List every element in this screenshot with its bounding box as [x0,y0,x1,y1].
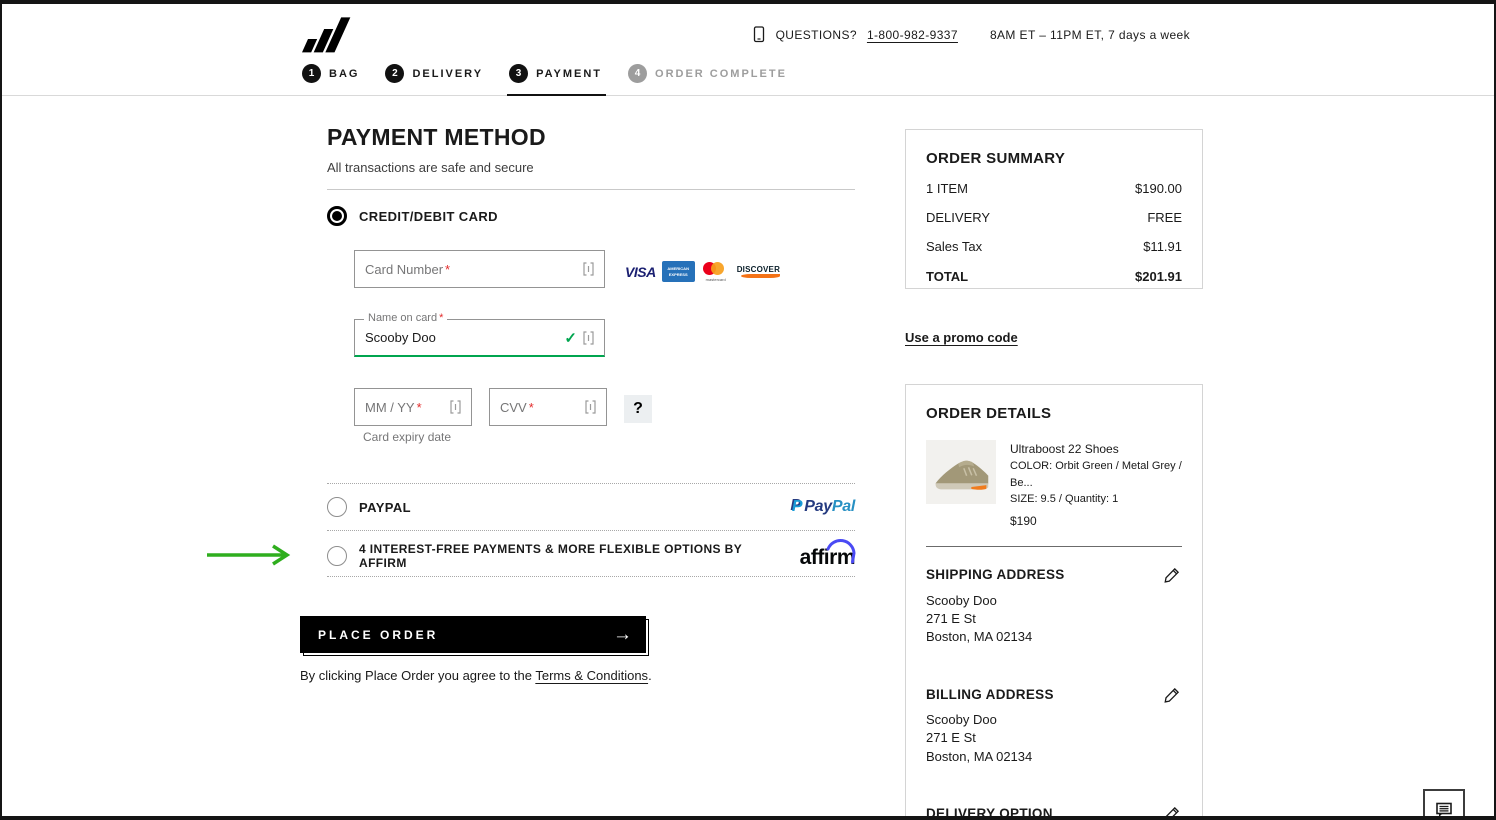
contact-info: QUESTIONS? 1-800-982-9337 8AM ET – 11PM … [752,26,1190,43]
phone-number-link[interactable]: 1-800-982-9337 [867,28,958,42]
name-on-card-value: Scooby Doo [365,330,436,345]
billing-address-lines: Scooby Doo 271 E St Boston, MA 02134 [926,711,1182,766]
annotation-arrow-icon [205,544,297,566]
step-number-badge: 1 [302,64,321,83]
shipping-address-title: SHIPPING ADDRESS [926,567,1182,582]
page-title: PAYMENT METHOD [327,124,546,151]
step-label: ORDER COMPLETE [655,68,787,80]
delivery-option-title: DELIVERY OPTION [926,806,1182,820]
chat-bubble-icon [1433,799,1455,820]
step-number-badge: 4 [628,64,647,83]
radio-card-selected[interactable] [327,206,347,226]
shipping-address-section: SHIPPING ADDRESS Scooby Doo 271 E St Bos… [926,567,1182,647]
payment-option-paypal[interactable]: PAYPAL P Pay Pal [327,497,855,517]
product-color: COLOR: Orbit Green / Metal Grey / Be... [1010,458,1182,491]
product-row: Ultraboost 22 Shoes COLOR: Orbit Green /… [926,440,1182,530]
checkout-steps: 1 BAG 2 DELIVERY 3 PAYMENT 4 ORDER COMPL… [302,64,787,87]
product-image [926,440,996,504]
name-on-card-label: Name on card* [364,312,447,324]
step-number-badge: 2 [385,64,404,83]
edit-billing-button[interactable] [1159,683,1184,711]
order-details-panel: ORDER DETAILS Ultraboost 22 Shoes COLOR:… [905,384,1203,820]
radio-paypal[interactable] [327,497,347,517]
order-summary-title: ORDER SUMMARY [926,150,1182,167]
dotted-divider [327,530,855,531]
billing-address-title: BILLING ADDRESS [926,687,1182,702]
order-summary-panel: ORDER SUMMARY 1 ITEM $190.00 DELIVERY FR… [905,129,1203,289]
paypal-logo-icon: P Pay Pal [792,498,855,516]
edit-delivery-button[interactable] [1159,802,1184,820]
name-on-card-input[interactable]: Name on card* Scooby Doo ✓ [354,319,605,357]
place-order-button[interactable]: PLACE ORDER → [300,616,646,653]
delivery-option-section: DELIVERY OPTION Standard Delivery Thu No… [926,806,1182,820]
arrow-right-icon: → [613,624,632,646]
summary-row-delivery: DELIVERY FREE [926,210,1182,225]
step-label: DELIVERY [412,68,483,80]
payment-option-affirm[interactable]: 4 INTEREST-FREE PAYMENTS & MORE FLEXIBLE… [327,542,855,570]
header: QUESTIONS? 1-800-982-9337 8AM ET – 11PM … [2,4,1494,96]
summary-row-total: TOTAL $201.91 [926,269,1182,284]
payment-option-card[interactable]: CREDIT/DEBIT CARD [327,206,498,226]
affirm-option-label: 4 INTEREST-FREE PAYMENTS & MORE FLEXIBLE… [359,542,776,570]
visa-icon: VISA [625,264,656,280]
dotted-divider [327,483,855,484]
chat-widget-button[interactable] [1423,789,1465,820]
step-number-badge: 3 [509,64,528,83]
adidas-logo-icon[interactable] [302,14,352,59]
accepted-cards: VISA AMERICAN EXPRESS mastercard DISCOVE… [625,261,780,282]
step-order-complete: 4 ORDER COMPLETE [628,64,787,87]
step-label: BAG [329,68,359,80]
shipping-address-lines: Scooby Doo 271 E St Boston, MA 02134 [926,592,1182,647]
valid-check-icon: ✓ [564,329,577,347]
terms-link[interactable]: Terms & Conditions [535,668,648,683]
required-mark: * [529,400,534,415]
product-info: Ultraboost 22 Shoes COLOR: Orbit Green /… [1010,440,1182,530]
cvv-input[interactable]: CVV* [489,388,607,426]
step-delivery[interactable]: 2 DELIVERY [385,64,483,87]
dotted-divider [327,576,855,577]
card-scan-icon[interactable] [450,400,461,414]
checkout-page: QUESTIONS? 1-800-982-9337 8AM ET – 11PM … [0,0,1496,820]
terms-note: By clicking Place Order you agree to the… [300,668,652,683]
expiry-helper-text: Card expiry date [363,430,451,444]
expiry-placeholder: MM / YY [365,400,415,415]
order-details-title: ORDER DETAILS [926,405,1182,422]
radio-affirm[interactable] [327,546,347,566]
divider [926,546,1182,547]
mobile-phone-icon [752,26,766,43]
required-mark: * [439,312,443,324]
card-number-placeholder: Card Number [365,262,443,277]
affirm-logo-icon: affirm [800,542,855,570]
paypal-option-label: PAYPAL [359,500,411,515]
cvv-help-button[interactable]: ? [624,395,652,423]
summary-row-items: 1 ITEM $190.00 [926,181,1182,196]
summary-row-tax: Sales Tax $11.91 [926,239,1182,254]
step-bag[interactable]: 1 BAG [302,64,359,87]
required-mark: * [417,400,422,415]
step-payment[interactable]: 3 PAYMENT [509,64,602,87]
amex-icon: AMERICAN EXPRESS [662,261,695,282]
product-name: Ultraboost 22 Shoes [1010,440,1182,458]
card-scan-icon[interactable] [583,331,594,345]
questions-label: QUESTIONS? [776,28,857,42]
support-hours: 8AM ET – 11PM ET, 7 days a week [990,28,1190,42]
page-subtitle: All transactions are safe and secure [327,160,534,175]
divider [327,189,855,190]
card-option-label: CREDIT/DEBIT CARD [359,209,498,224]
billing-address-section: BILLING ADDRESS Scooby Doo 271 E St Bost… [926,687,1182,766]
product-price: $190 [1010,512,1182,530]
discover-icon: DISCOVER [737,265,780,278]
edit-shipping-button[interactable] [1159,563,1184,591]
cvv-placeholder: CVV [500,400,527,415]
mastercard-icon: mastercard [701,261,731,282]
expiry-input[interactable]: MM / YY* [354,388,472,426]
card-number-input[interactable]: Card Number* [354,250,605,288]
card-scan-icon[interactable] [585,400,596,414]
product-size-qty: SIZE: 9.5 / Quantity: 1 [1010,491,1182,508]
required-mark: * [445,262,450,277]
step-label: PAYMENT [536,68,602,80]
promo-code-link[interactable]: Use a promo code [905,330,1018,345]
card-scan-icon[interactable] [583,262,594,276]
